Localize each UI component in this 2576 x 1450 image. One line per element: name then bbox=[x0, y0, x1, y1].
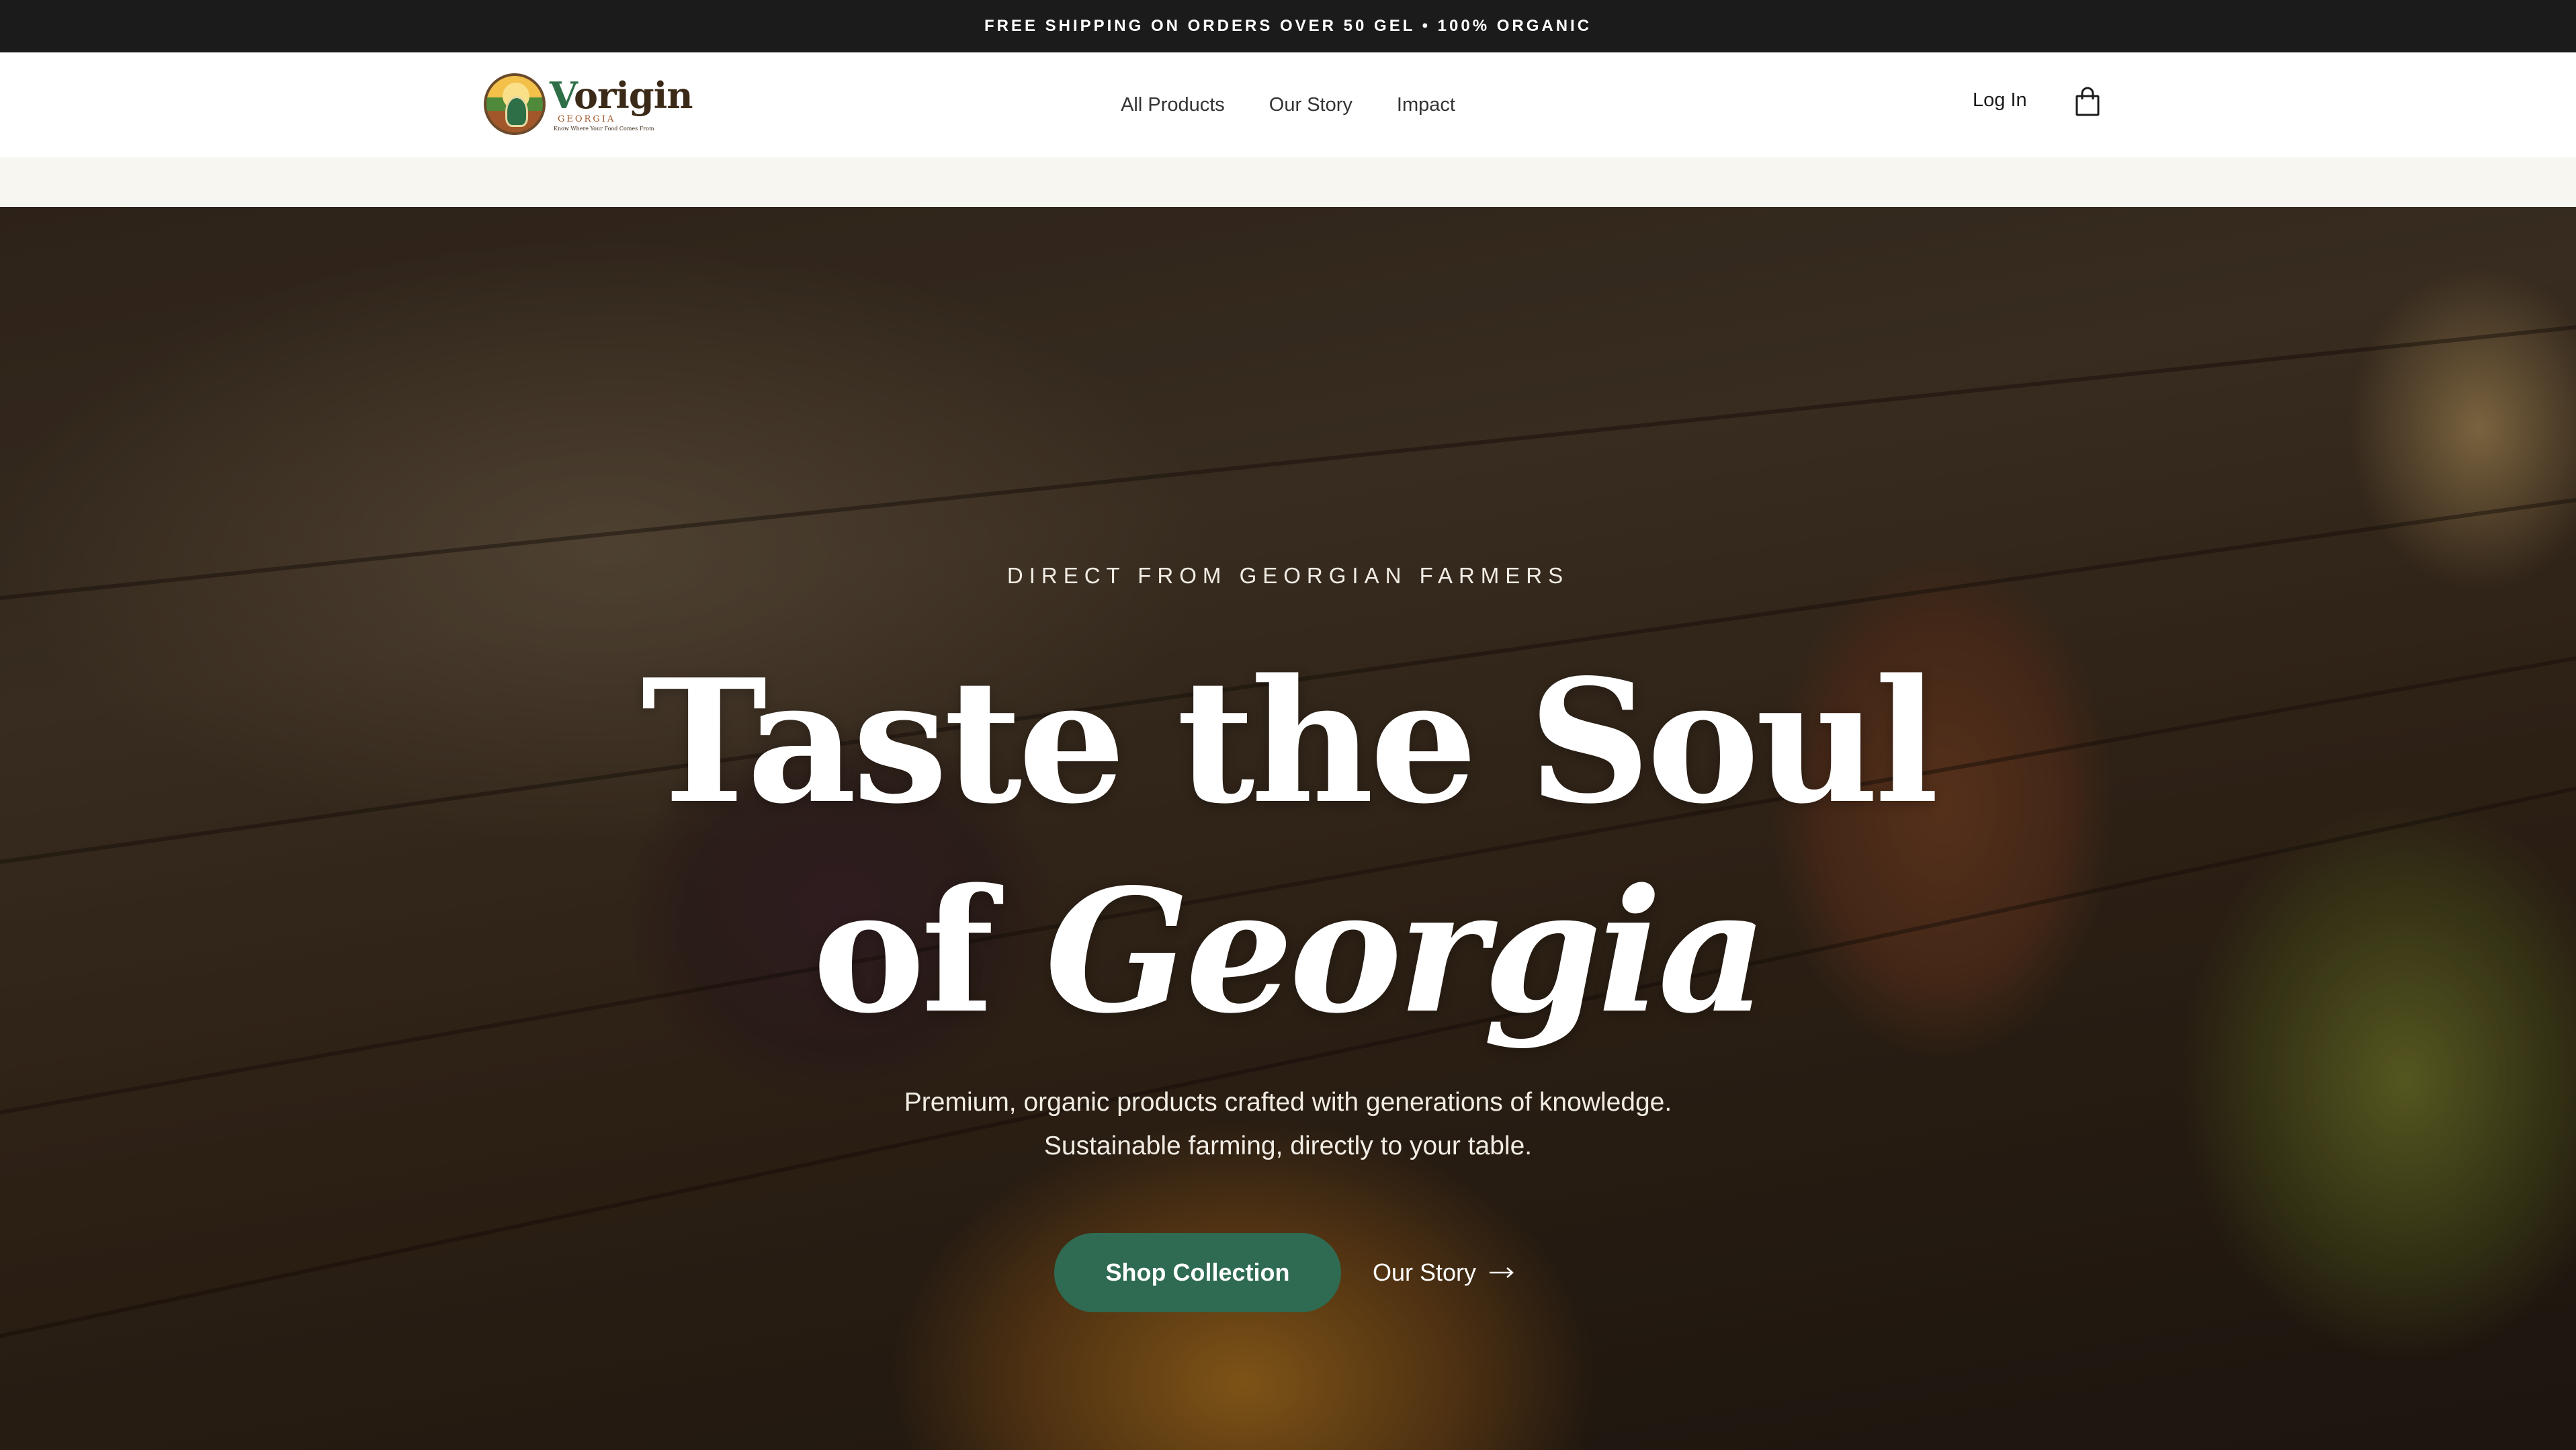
site-header: Vorigin GEORGIA Know Where Your Food Com… bbox=[0, 52, 2576, 157]
logo-emblem-icon bbox=[484, 73, 546, 135]
header-spacer bbox=[0, 157, 2576, 207]
main-nav: All Products Our Story Impact bbox=[0, 52, 2576, 157]
nav-item-impact[interactable]: Impact bbox=[1397, 94, 1455, 116]
logo-tagline: Know Where Your Food Comes From bbox=[554, 125, 654, 132]
hero-headline: Taste the Soul of Georgia bbox=[0, 637, 2576, 1056]
headline-emphasis: Georgia bbox=[1045, 852, 1768, 1051]
hero-subtext-line-1: Premium, organic products crafted with g… bbox=[904, 1088, 1672, 1117]
logo-subtitle: GEORGIA bbox=[558, 114, 616, 124]
headline-line-1: Taste the Soul bbox=[641, 642, 1939, 841]
logo-text: Vorigin GEORGIA Know Where Your Food Com… bbox=[550, 73, 693, 132]
announcement-text: FREE SHIPPING ON ORDERS OVER 50 GEL • 10… bbox=[984, 17, 1592, 35]
shop-collection-button[interactable]: Shop Collection bbox=[1054, 1233, 1341, 1312]
arrow-right-icon bbox=[1490, 1267, 1514, 1278]
headline-line-2: of Georgia bbox=[812, 852, 1768, 1051]
logo-wordmark: Vorigin bbox=[550, 73, 693, 117]
hero-content: DIRECT FROM GEORGIAN FARMERS Taste the S… bbox=[0, 207, 2576, 1450]
shopping-bag-icon bbox=[2075, 87, 2100, 116]
logo[interactable]: Vorigin GEORGIA Know Where Your Food Com… bbox=[484, 69, 693, 140]
our-story-label: Our Story bbox=[1373, 1259, 1477, 1286]
announcement-bar: FREE SHIPPING ON ORDERS OVER 50 GEL • 10… bbox=[0, 0, 2576, 52]
hero-subtext-line-2: Sustainable farming, directly to your ta… bbox=[1043, 1132, 1533, 1160]
hero-subtext: Premium, organic products crafted with g… bbox=[0, 1080, 2576, 1168]
nav-item-our-story[interactable]: Our Story bbox=[1269, 94, 1353, 116]
our-story-link[interactable]: Our Story bbox=[1373, 1233, 1515, 1312]
nav-item-all-products[interactable]: All Products bbox=[1121, 94, 1225, 116]
hero-eyebrow: DIRECT FROM GEORGIAN FARMERS bbox=[1006, 563, 1570, 588]
hero-section: DIRECT FROM GEORGIAN FARMERS Taste the S… bbox=[0, 207, 2576, 1450]
login-link[interactable]: Log In bbox=[1973, 89, 2027, 112]
cart-button[interactable] bbox=[2074, 86, 2101, 117]
